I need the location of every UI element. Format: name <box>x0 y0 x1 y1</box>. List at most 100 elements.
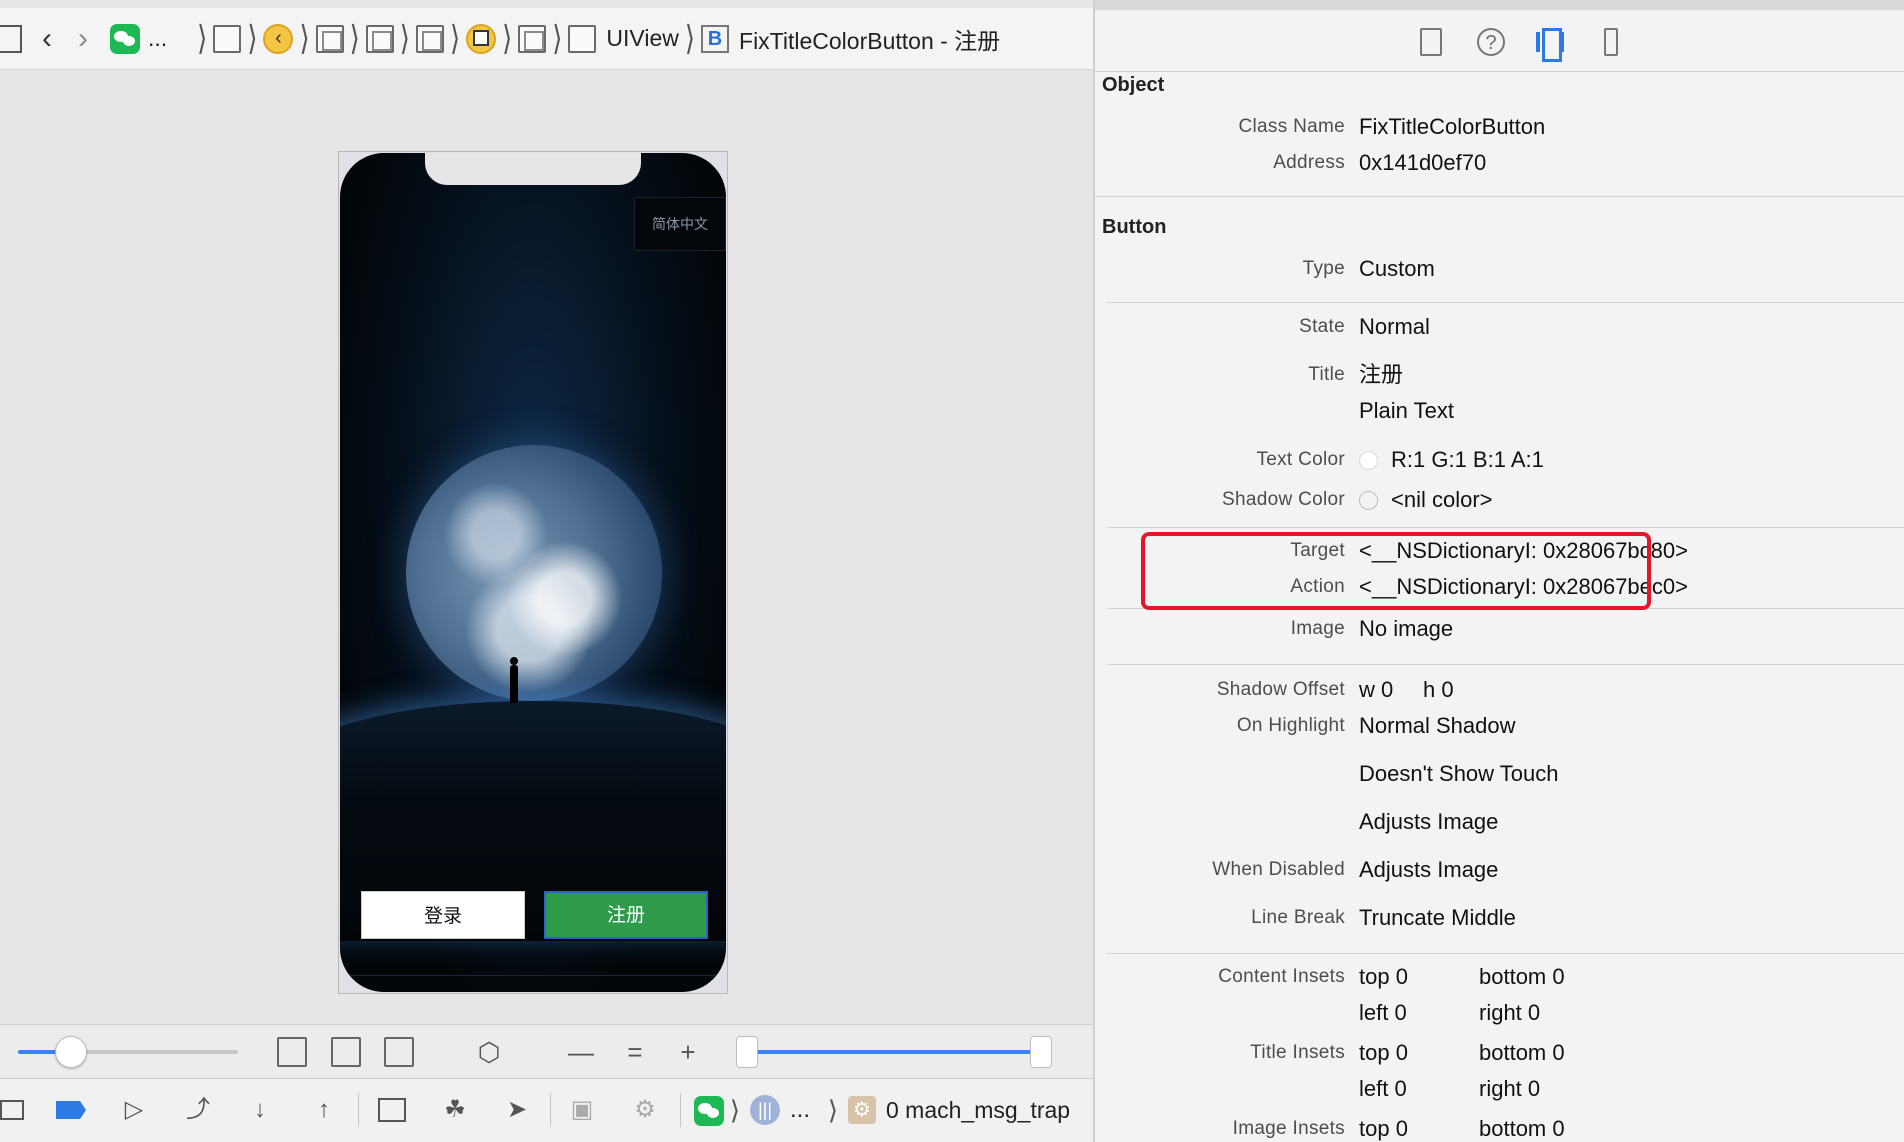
breakpoints-toggle-icon[interactable] <box>56 1101 86 1119</box>
label-state: State <box>1299 316 1345 337</box>
value-content-left: left 0 <box>1359 1000 1407 1025</box>
label-image-insets: Image Insets <box>1232 1118 1345 1139</box>
zoom-out-icon[interactable]: — <box>566 1037 596 1067</box>
section-button: Button <box>1102 216 1167 238</box>
value-state: Normal <box>1359 314 1430 339</box>
range-max-knob[interactable] <box>1030 1036 1052 1068</box>
view-icon[interactable] <box>415 24 444 53</box>
section-object: Object <box>1102 74 1165 96</box>
back-button-icon[interactable]: ‹ <box>263 23 294 54</box>
step-into-icon[interactable]: ↓ <box>248 1095 272 1125</box>
separator <box>358 1093 359 1127</box>
location-icon[interactable]: ➤ <box>502 1095 532 1125</box>
frame-gear-icon: ⚙ <box>848 1096 876 1124</box>
label-on-highlight: On Highlight <box>1236 715 1345 736</box>
view-icon[interactable] <box>315 24 344 53</box>
row-shadow-color: Shadow Color <nil color> <box>1095 483 1904 517</box>
continue-icon[interactable]: ▷ <box>118 1095 150 1125</box>
camera-icon[interactable]: ▣ <box>566 1095 598 1125</box>
label-class-name: Class Name <box>1238 116 1345 137</box>
chevron-right-icon: ⟩ <box>827 1095 839 1125</box>
view-range-slider[interactable] <box>736 1036 1052 1068</box>
person-silhouette <box>510 657 518 703</box>
step-over-icon[interactable]: ⤴ <box>182 1095 214 1125</box>
chevron-right-icon: ⟩ <box>299 18 310 58</box>
3d-view-icon[interactable]: ⬡ <box>474 1037 504 1067</box>
wireframe-icon[interactable] <box>384 1037 414 1067</box>
view-inspector-icon[interactable] <box>1536 28 1566 62</box>
value-title-bottom: bottom 0 <box>1479 1040 1565 1065</box>
spacing-slider[interactable] <box>18 1036 238 1068</box>
value-address: 0x141d0ef70 <box>1359 150 1487 175</box>
separator <box>550 1093 551 1127</box>
annotation-highlight-box <box>1141 532 1651 610</box>
value-image-top: top 0 <box>1359 1116 1408 1141</box>
canvas-controls-bar: ⬡ — = + <box>0 1024 1093 1078</box>
breadcrumb-uiview[interactable]: UIView <box>606 25 678 52</box>
thread-icon[interactable]: ||| <box>750 1095 780 1125</box>
row-content-insets-2: left 0 right 0 <box>1095 996 1904 1030</box>
inspector-tabs: ? <box>1095 10 1904 72</box>
label-line-break: Line Break <box>1251 907 1345 928</box>
debug-view-hierarchy-icon[interactable] <box>378 1098 406 1122</box>
value-shadow-offset-h: h 0 <box>1423 677 1454 702</box>
chevron-right-icon: ⟩ <box>552 18 563 58</box>
language-button[interactable]: 简体中文 <box>634 197 726 251</box>
login-button[interactable]: 登录 <box>361 891 525 939</box>
chevron-right-icon: ⟩ <box>399 18 410 58</box>
chevron-right-icon: ⟩ <box>197 18 208 58</box>
row-text-color: Text Color R:1 G:1 B:1 A:1 <box>1095 443 1904 477</box>
view-icon[interactable] <box>213 24 242 53</box>
memory-graph-icon[interactable]: ☘ <box>440 1095 470 1125</box>
file-inspector-icon[interactable] <box>1420 28 1442 56</box>
size-inspector-icon[interactable] <box>1604 28 1618 56</box>
label-title: Title <box>1308 364 1345 385</box>
stack-frame-label[interactable]: 0 mach_msg_trap <box>886 1095 1070 1125</box>
separator <box>1107 302 1904 303</box>
zoom-actual-icon[interactable]: = <box>620 1037 650 1067</box>
view-icon[interactable] <box>568 24 597 53</box>
zoom-in-icon[interactable]: + <box>673 1037 703 1067</box>
view-icon[interactable] <box>365 24 394 53</box>
spacing-slider-knob[interactable] <box>55 1036 87 1068</box>
value-content-top: top 0 <box>1359 964 1408 989</box>
row-title-kind: Plain Text <box>1095 394 1904 428</box>
step-out-icon[interactable]: ↑ <box>312 1095 336 1125</box>
register-button[interactable]: 注册 <box>544 891 708 939</box>
clip-content-icon[interactable] <box>277 1037 307 1067</box>
back-icon[interactable]: ‹ <box>42 22 52 56</box>
chevron-right-icon: ⟩ <box>247 18 258 58</box>
separator <box>680 1093 681 1127</box>
label-when-disabled: When Disabled <box>1212 859 1345 880</box>
show-constraints-icon[interactable] <box>331 1037 361 1067</box>
view-icon[interactable] <box>518 24 547 53</box>
label-title-insets: Title Insets <box>1250 1042 1345 1063</box>
environment-overrides-icon[interactable]: ⚙ <box>630 1095 660 1125</box>
label-image: Image <box>1290 618 1345 639</box>
chevron-right-icon: ⟩ <box>684 18 696 58</box>
stop-icon[interactable] <box>466 23 497 54</box>
earth-image <box>406 445 662 701</box>
row-shadow-offset: Shadow Offset w 0 h 0 <box>1095 673 1904 707</box>
wechat-icon[interactable] <box>694 1096 724 1126</box>
value-shadow-color: <nil color> <box>1391 487 1493 512</box>
jump-bar: ‹ › ... ⟩ ⟩ ‹ ⟩ ⟩ ⟩ ⟩ ⟩ ⟩ UIView ⟩ B Fix… <box>0 8 1093 70</box>
thread-ellipsis: ... <box>789 1096 810 1123</box>
grid-icon[interactable] <box>0 24 22 53</box>
label-type: Type <box>1302 258 1345 279</box>
hide-debug-area-icon[interactable] <box>0 1100 24 1120</box>
wechat-icon[interactable] <box>110 23 140 54</box>
separator <box>1107 527 1904 528</box>
device-frame[interactable]: 简体中文 登录 注册 <box>338 151 728 994</box>
value-type: Custom <box>1359 256 1435 281</box>
value-on-highlight: Normal Shadow <box>1359 713 1516 738</box>
breadcrumb-selected-button[interactable]: FixTitleColorButton - 注册 <box>739 22 1000 56</box>
row-class-name: Class Name FixTitleColorButton <box>1095 110 1904 144</box>
range-min-knob[interactable] <box>736 1036 758 1068</box>
phone-screen[interactable]: 简体中文 登录 注册 <box>340 153 726 992</box>
row-content-insets: Content Insets top 0 bottom 0 <box>1095 960 1904 994</box>
chevron-right-icon: ⟩ <box>349 18 360 58</box>
forward-icon[interactable]: › <box>78 22 88 56</box>
separator <box>1095 196 1904 197</box>
help-icon[interactable]: ? <box>1477 28 1505 56</box>
